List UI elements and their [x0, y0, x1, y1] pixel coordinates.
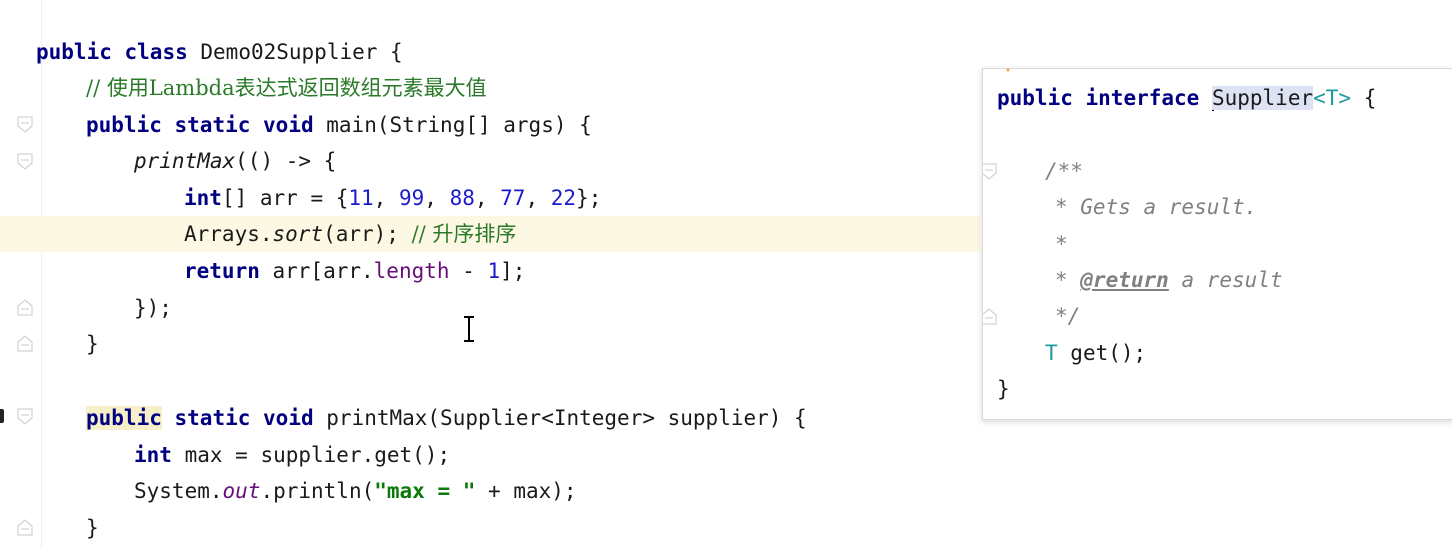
code-text: } [997, 377, 1010, 401]
fold-close-icon[interactable] [17, 298, 33, 316]
comment: // 使用Lambda表达式返回数组元素最大值 [86, 76, 487, 100]
fold-open-icon[interactable] [17, 116, 33, 134]
method-signature: main(String[] args) { [326, 113, 592, 137]
keyword: class [124, 40, 188, 64]
static-field: out [222, 479, 261, 503]
code-text: Arrays. [184, 222, 273, 246]
doc-text: /** [1045, 159, 1083, 183]
fold-close-icon[interactable] [17, 334, 33, 352]
doc-text: * [1055, 232, 1068, 256]
fold-close-icon[interactable] [17, 518, 33, 536]
code-line[interactable]: printMax(() -> { [134, 143, 336, 179]
code-text: , [525, 186, 551, 210]
code-text: } [86, 516, 99, 540]
code-text: - [449, 259, 488, 283]
popup-line: } [997, 371, 1010, 407]
keyword: int [134, 443, 172, 467]
editor-gutter[interactable] [0, 0, 40, 549]
pin-icon[interactable]: ▾ [1005, 69, 1015, 76]
doc-comment-line: * [1055, 226, 1068, 262]
code-line[interactable]: } [86, 510, 99, 546]
doc-comment-line: * @return a result [1055, 262, 1283, 298]
doc-comment-line: */ [1055, 298, 1080, 334]
keyword: static [174, 113, 251, 137]
doc-comment-line: * Gets a result. [1055, 189, 1257, 225]
code-line[interactable]: // 使用Lambda表达式返回数组元素最大值 [86, 70, 487, 106]
keyword: return [184, 259, 260, 283]
code-line[interactable]: public class Demo02Supplier { [36, 34, 403, 70]
code-line[interactable]: } [86, 326, 99, 362]
doc-tag: @return [1080, 268, 1169, 292]
code-text: }; [576, 186, 602, 210]
code-text: (arr); [323, 222, 412, 246]
string-literal: "max = " [374, 479, 476, 503]
fold-close-icon[interactable] [983, 307, 997, 325]
number-literal: 11 [348, 186, 374, 210]
method-declaration: get(); [1057, 341, 1147, 365]
keyword: public [86, 113, 162, 137]
fold-open-icon[interactable] [983, 163, 997, 181]
code-line[interactable]: public static void printMax(Supplier<Int… [86, 400, 807, 436]
popup-line: public interface Supplier<T> { [997, 80, 1376, 116]
code-line[interactable]: }); [134, 290, 172, 326]
interface-name: Supplier [1211, 86, 1314, 110]
code-text: ]; [500, 259, 526, 283]
code-text: , [424, 186, 450, 210]
keyword: public [36, 40, 112, 64]
text-cursor-icon [462, 316, 476, 342]
number-literal: 99 [398, 186, 425, 210]
doc-text: */ [1055, 304, 1081, 328]
doc-comment-line: /** [1045, 153, 1083, 189]
code-line[interactable]: public static void main(String[] args) { [86, 107, 592, 143]
fold-open-icon[interactable] [17, 408, 33, 426]
method-call: printMax [134, 149, 236, 173]
keyword: static [174, 406, 251, 430]
number-literal: 22 [550, 186, 577, 210]
type-parameter: T [1045, 341, 1058, 365]
code-line[interactable]: int[] arr = {11, 99, 88, 77, 22}; [184, 180, 601, 216]
code-line[interactable]: System.out.println("max = " + max); [134, 473, 577, 509]
field-reference: length [373, 259, 450, 283]
code-text: } [86, 332, 99, 356]
number-literal: 88 [449, 186, 475, 210]
quick-definition-popup[interactable]: ▾ public interface Supplier<T> { /** * G… [982, 68, 1452, 420]
doc-text: * Gets a result. [1055, 195, 1258, 219]
code-text: + max); [475, 479, 577, 503]
doc-text: * [1055, 268, 1081, 292]
gutter-divider [41, 0, 42, 549]
code-text: (() -> { [235, 149, 337, 173]
code-line-current[interactable]: Arrays.sort(arr); // 升序排序 [184, 216, 516, 252]
gutter-marker [0, 409, 4, 423]
method-call: sort [272, 222, 324, 246]
number-literal: 1 [487, 259, 501, 283]
keyword: void [263, 113, 314, 137]
code-text: , [373, 186, 399, 210]
type-parameter: <T> [1313, 86, 1352, 110]
code-text: .println( [260, 479, 375, 503]
fold-open-icon[interactable] [17, 153, 33, 171]
popup-line: T get(); [1045, 335, 1146, 371]
code-text: arr[arr. [259, 259, 374, 283]
code-text: }); [134, 296, 172, 320]
code-text: max = supplier.get(); [171, 443, 451, 467]
class-declaration: Demo02Supplier { [200, 40, 403, 64]
keyword: void [263, 406, 314, 430]
code-line[interactable]: int max = supplier.get(); [134, 437, 450, 473]
keyword: int [184, 186, 222, 210]
code-line[interactable]: return arr[arr.length - 1]; [184, 253, 525, 289]
number-literal: 77 [500, 186, 526, 210]
keyword: interface [1085, 86, 1200, 110]
doc-text: a result [1168, 268, 1283, 292]
code-text: [] arr = { [221, 186, 349, 210]
keyword: public [86, 406, 162, 430]
method-signature: printMax(Supplier<Integer> supplier) { [326, 406, 807, 430]
keyword: public [997, 86, 1073, 110]
code-text: , [474, 186, 501, 210]
comment: // 升序排序 [411, 222, 517, 246]
code-text: System. [134, 479, 223, 503]
code-text: { [1351, 86, 1377, 110]
